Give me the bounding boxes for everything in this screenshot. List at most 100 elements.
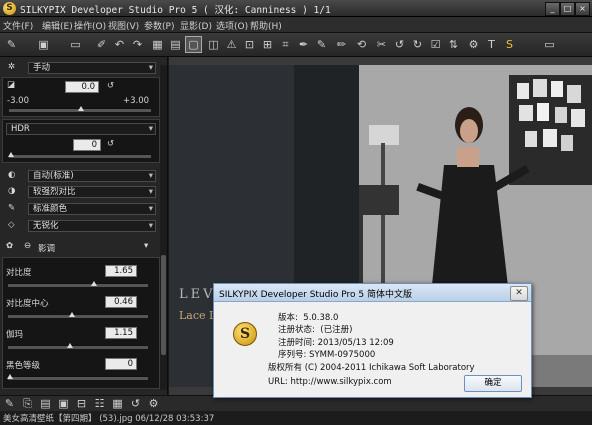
redo-icon[interactable]: ↷ [130, 37, 145, 52]
bottom-reset-icon[interactable]: ↺ [128, 396, 143, 411]
hdr-slider-thumb[interactable] [8, 152, 14, 157]
wb-select-value: 自动(标准) [33, 171, 74, 181]
warning-icon[interactable]: ⚠ [224, 37, 239, 52]
exposure-slider-thumb[interactable] [78, 106, 84, 111]
chevron-down-icon[interactable]: ▾ [144, 241, 148, 251]
tab-folder-icon[interactable]: ▣ [36, 37, 51, 52]
version-value: 5.0.38.0 [303, 313, 339, 323]
bottom-load-icon[interactable]: ⊟ [74, 396, 89, 411]
menu-edit[interactable]: 编辑(E) [42, 19, 73, 32]
monitor-icon[interactable]: ▭ [542, 37, 557, 52]
combined-view-icon[interactable]: ▤ [168, 37, 183, 52]
scrollbar-thumb[interactable] [161, 255, 166, 355]
silkypix-logo-icon[interactable]: S [502, 37, 517, 52]
version-label: 版本: [278, 313, 298, 323]
develop-icon[interactable]: ⚙ [466, 37, 481, 52]
contrast-slider[interactable] [8, 283, 148, 287]
wb-select[interactable]: 自动(标准) ▾ [28, 170, 156, 182]
menu-develop[interactable]: 显影(D) [180, 19, 212, 32]
fit-icon[interactable]: ⊡ [242, 37, 257, 52]
menu-params[interactable]: 参数(P) [144, 19, 174, 32]
checkbox-icon[interactable]: ☑ [428, 37, 443, 52]
black-level-field[interactable]: 0 [105, 358, 137, 370]
menu-operate[interactable]: 操作(O) [74, 19, 106, 32]
gear-icon: ✿ [6, 241, 14, 251]
chevron-down-icon: ▾ [148, 221, 153, 231]
hdr-slider[interactable] [9, 154, 151, 158]
bottom-list-icon[interactable]: ☷ [92, 396, 107, 411]
color-select-value: 标准颜色 [33, 204, 68, 214]
black-level-slider-thumb[interactable] [7, 374, 13, 379]
brush-icon[interactable]: ✐ [94, 37, 109, 52]
menu-help[interactable]: 帮助(H) [250, 19, 282, 32]
status-bar: 美女高清壁纸【第四期】 (53).jpg 06/12/28 03:53:37 [0, 411, 592, 425]
exposure-box: ◪ 0.0 ↺ -3.00 +3.00 [2, 77, 160, 117]
mode-select[interactable]: 手动 ▾ [28, 62, 156, 74]
menu-view[interactable]: 视图(V) [108, 19, 139, 32]
contrast-field[interactable]: 1.65 [105, 265, 137, 277]
compare-view-icon[interactable]: ◫ [206, 37, 221, 52]
crop-icon[interactable]: ⌗ [278, 37, 293, 52]
contrast-slider-thumb[interactable] [91, 281, 97, 286]
undo-icon[interactable]: ↶ [112, 37, 127, 52]
bottom-tool-icon[interactable]: ✎ [2, 396, 17, 411]
maximize-button[interactable]: □ [560, 2, 575, 16]
exposure-icon: ◪ [7, 80, 16, 90]
text-tool-icon[interactable]: T [484, 37, 499, 52]
chevron-down-icon: ▾ [148, 124, 153, 134]
spot-icon[interactable]: ✎ [314, 37, 329, 52]
menu-file[interactable]: 文件(F) [3, 19, 33, 32]
sharp-select[interactable]: 无锐化 ▾ [28, 220, 156, 232]
contrast-center-slider[interactable] [8, 314, 148, 318]
reg-time-value: 2013/05/13 12:09 [317, 338, 394, 348]
hdr-select[interactable]: HDR ▾ [6, 123, 156, 135]
panel-scrollbar[interactable] [160, 65, 167, 390]
rotate-left-icon[interactable]: ⟲ [354, 37, 369, 52]
bottom-settings-icon[interactable]: ⚙ [146, 396, 161, 411]
ok-button[interactable]: 确定 [464, 375, 522, 392]
contrast-center-slider-thumb[interactable] [69, 312, 75, 317]
grid-view-icon[interactable]: ▦ [150, 37, 165, 52]
bottom-save-icon[interactable]: ▣ [56, 396, 71, 411]
tools-icon[interactable]: ✂ [374, 37, 389, 52]
close-button[interactable]: × [575, 2, 590, 16]
menu-options[interactable]: 选项(O) [216, 19, 248, 32]
copyright-text: 版权所有 (C) 2004-2011 Ichikawa Soft Laborat… [268, 363, 475, 373]
tone-select-value: 较强烈对比 [33, 187, 76, 197]
color-select[interactable]: 标准颜色 ▾ [28, 203, 156, 215]
contrast-icon: ◑ [8, 186, 16, 196]
tone-select[interactable]: 较强烈对比 ▾ [28, 186, 156, 198]
grid-overlay-icon[interactable]: ⊞ [260, 37, 275, 52]
hdr-field[interactable]: 0 [73, 139, 101, 151]
pencil-icon[interactable]: ✏ [334, 37, 349, 52]
collapse-icon[interactable]: ⊖ [24, 241, 31, 251]
contrast-center-field[interactable]: 0.46 [105, 296, 137, 308]
rotate-ccw-icon[interactable]: ↺ [392, 37, 407, 52]
reg-time-label: 注册时间: [278, 338, 315, 348]
brand-text: LEV [179, 287, 216, 302]
reset-icon[interactable]: ↺ [107, 139, 114, 149]
color-icon: ✎ [8, 203, 16, 213]
dropper-icon[interactable]: ✒ [296, 37, 311, 52]
exposure-field[interactable]: 0.0 [65, 81, 99, 93]
dialog-close-button[interactable]: ✕ [510, 286, 528, 301]
open-folder-icon[interactable]: ▭ [68, 37, 83, 52]
window-title: SILKYPIX Developer Studio Pro 5 ( 汉化: Ca… [20, 5, 331, 16]
bottom-copy-icon[interactable]: ⎘ [20, 396, 35, 411]
rotate-cw-icon[interactable]: ↻ [410, 37, 425, 52]
sliders-icon[interactable]: ⇅ [446, 37, 461, 52]
gamma-slider-thumb[interactable] [67, 343, 73, 348]
minimize-button[interactable]: _ [545, 2, 560, 16]
bottom-paste-icon[interactable]: ▤ [38, 396, 53, 411]
reset-icon[interactable]: ↺ [107, 81, 114, 91]
status-text: 美女高清壁纸【第四期】 (53).jpg 06/12/28 03:53:37 [3, 414, 215, 424]
tab-adjust-icon[interactable]: ✎ [4, 37, 19, 52]
preview-view-icon[interactable]: ▢ [185, 36, 202, 53]
gamma-slider[interactable] [8, 345, 148, 349]
black-level-slider[interactable] [8, 376, 148, 380]
hdr-box: HDR ▾ 0 ↺ [2, 119, 160, 163]
gamma-field[interactable]: 1.15 [105, 327, 137, 339]
bottom-grid-icon[interactable]: ▦ [110, 396, 125, 411]
url-link[interactable]: http://www.silkypix.com [290, 377, 391, 387]
exposure-max-label: +3.00 [123, 96, 150, 106]
